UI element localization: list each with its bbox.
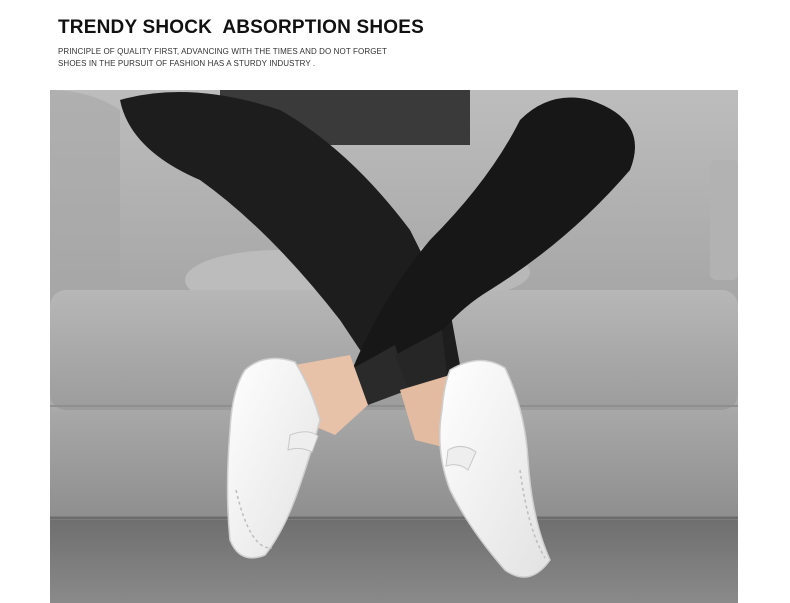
product-photo [50, 90, 738, 603]
page-subtitle: PRINCIPLE OF QUALITY FIRST, ADVANCING WI… [58, 46, 738, 70]
subtitle-line-2: SHOES IN THE PURSUIT OF FASHION HAS A ST… [58, 59, 316, 68]
floor-rug [50, 520, 738, 603]
subtitle-line-1: PRINCIPLE OF QUALITY FIRST, ADVANCING WI… [58, 47, 387, 56]
sofa-armrest [710, 160, 738, 280]
product-photo-illustration [50, 90, 738, 603]
sofa-base [50, 410, 738, 520]
sofa-back-cushion-left [50, 90, 120, 290]
shoe-left-elastic [287, 431, 319, 453]
product-header: TRENDY SHOCK ABSORPTION SHOES PRINCIPLE … [58, 16, 738, 70]
page-title: TRENDY SHOCK ABSORPTION SHOES [58, 17, 424, 38]
